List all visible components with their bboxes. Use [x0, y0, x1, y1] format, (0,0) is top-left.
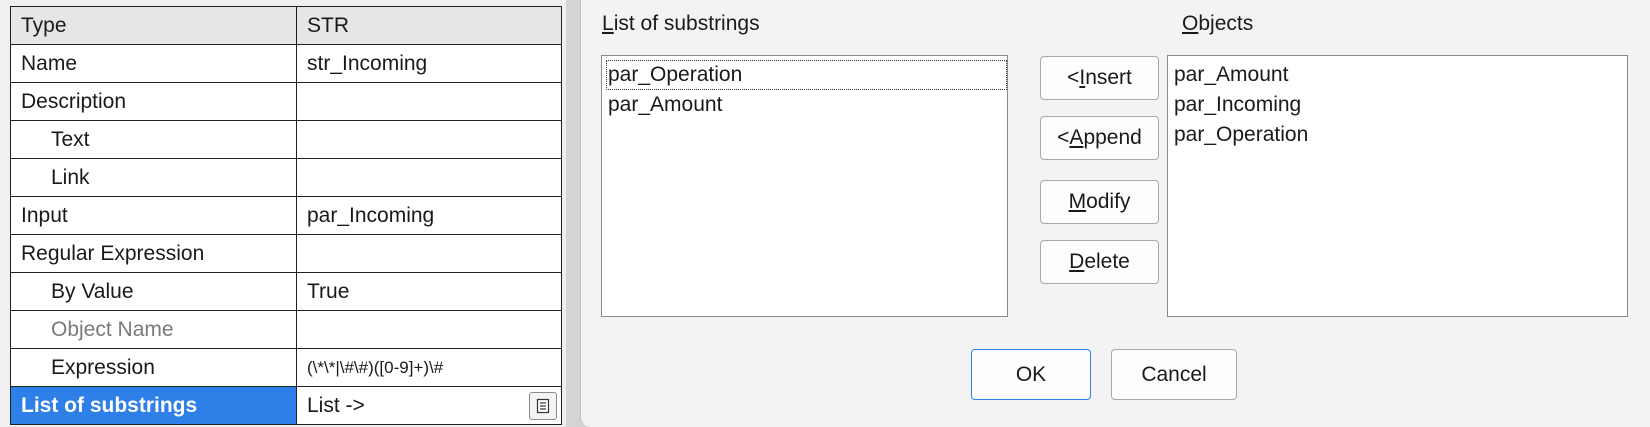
property-name: Object Name	[10, 310, 297, 349]
list-item[interactable]: par_Incoming	[1172, 90, 1627, 120]
cancel-button[interactable]: Cancel	[1111, 349, 1237, 400]
list-item[interactable]: par_Operation	[606, 60, 1007, 90]
property-row-expression[interactable]: Expression (\*\*|\#\#)([0-9]+)\#	[10, 348, 562, 387]
property-value: STR	[296, 6, 562, 45]
property-row-description[interactable]: Description	[10, 82, 562, 121]
list-item[interactable]: par_Amount	[606, 90, 1007, 120]
property-value: List ->	[307, 393, 365, 417]
append-button[interactable]: < Append	[1040, 116, 1159, 160]
property-panel: Type STR Name str_Incoming Description T…	[0, 0, 566, 427]
list-of-substrings-label: List of substrings	[602, 12, 760, 35]
property-row-list-of-substrings[interactable]: List of substrings List ->	[10, 386, 562, 425]
property-row-name[interactable]: Name str_Incoming	[10, 44, 562, 83]
property-grid: Type STR Name str_Incoming Description T…	[10, 6, 562, 425]
property-name: Type	[10, 6, 297, 45]
objects-list[interactable]: par_Amount par_Incoming par_Operation	[1167, 55, 1628, 317]
property-value[interactable]: (\*\*|\#\#)([0-9]+)\#	[296, 348, 562, 387]
list-item[interactable]: par_Operation	[1172, 120, 1627, 150]
property-value-cell[interactable]: List ->	[296, 386, 562, 425]
property-name: Expression	[10, 348, 297, 387]
property-name: By Value	[10, 272, 297, 311]
property-row-by-value[interactable]: By Value True	[10, 272, 562, 311]
insert-button[interactable]: < Insert	[1040, 56, 1159, 100]
substrings-dialog: List of substrings Objects par_Operation…	[580, 0, 1650, 427]
objects-label: Objects	[1182, 12, 1254, 35]
property-value[interactable]	[296, 158, 562, 197]
document-icon	[536, 398, 550, 414]
property-name: Regular Expression	[10, 234, 297, 273]
modify-button[interactable]: Modify	[1040, 180, 1159, 224]
property-name: Text	[10, 120, 297, 159]
property-value[interactable]	[296, 120, 562, 159]
property-name: Description	[10, 82, 297, 121]
property-value[interactable]: str_Incoming	[296, 44, 562, 83]
property-row-text[interactable]: Text	[10, 120, 562, 159]
property-name: Input	[10, 196, 297, 235]
property-value[interactable]	[296, 82, 562, 121]
ok-button[interactable]: OK	[971, 349, 1091, 400]
property-row-object-name[interactable]: Object Name	[10, 310, 562, 349]
property-row-regular-expression[interactable]: Regular Expression	[10, 234, 562, 273]
property-value[interactable]	[296, 310, 562, 349]
property-name: Link	[10, 158, 297, 197]
edit-list-button[interactable]	[529, 392, 557, 420]
property-value[interactable]: True	[296, 272, 562, 311]
property-row-link[interactable]: Link	[10, 158, 562, 197]
property-row-type[interactable]: Type STR	[10, 6, 562, 45]
substrings-list[interactable]: par_Operation par_Amount	[601, 55, 1008, 317]
property-name: List of substrings	[10, 386, 297, 425]
property-name: Name	[10, 44, 297, 83]
list-item[interactable]: par_Amount	[1172, 60, 1627, 90]
property-row-input[interactable]: Input par_Incoming	[10, 196, 562, 235]
property-value[interactable]: par_Incoming	[296, 196, 562, 235]
delete-button[interactable]: Delete	[1040, 240, 1159, 284]
property-value[interactable]	[296, 234, 562, 273]
